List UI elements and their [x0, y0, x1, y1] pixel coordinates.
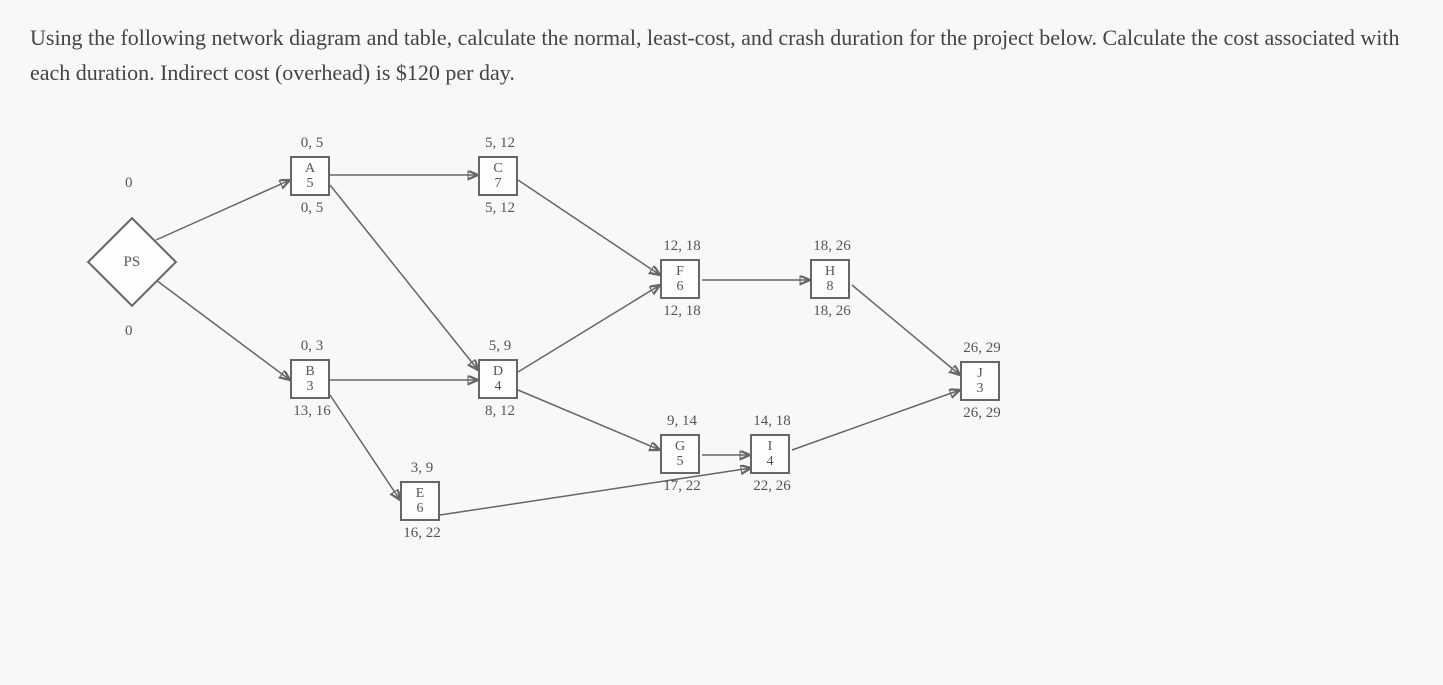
node-B-esef: 0, 3 — [290, 338, 334, 355]
node-D: 5, 9 D 4 8, 12 — [478, 338, 522, 420]
node-I-dur: 4 — [752, 454, 788, 469]
node-C-esef: 5, 12 — [478, 135, 522, 152]
start-label: PS — [124, 254, 141, 271]
node-J-dur: 3 — [962, 381, 998, 396]
node-F-lslf: 12, 18 — [660, 303, 704, 320]
node-A-label: A — [292, 161, 328, 176]
node-B: 0, 3 B 3 13, 16 — [290, 338, 334, 420]
node-B-dur: 3 — [292, 379, 328, 394]
node-G-dur: 5 — [662, 454, 698, 469]
network-diagram: 0 PS 0 0, 5 A 5 0, 5 5, 12 C 7 5, 12 0, … — [90, 120, 1090, 600]
node-D-dur: 4 — [480, 379, 516, 394]
node-A-lslf: 0, 5 — [290, 200, 334, 217]
node-F-label: F — [662, 264, 698, 279]
node-E-dur: 6 — [402, 501, 438, 516]
start-node: PS — [87, 217, 178, 308]
node-J-label: J — [962, 366, 998, 381]
node-C-dur: 7 — [480, 176, 516, 191]
node-F-dur: 6 — [662, 279, 698, 294]
node-E-label: E — [402, 486, 438, 501]
node-C: 5, 12 C 7 5, 12 — [478, 135, 522, 217]
node-E: 3, 9 E 6 16, 22 — [400, 460, 444, 542]
node-A-esef: 0, 5 — [290, 135, 334, 152]
node-I-esef: 14, 18 — [750, 413, 794, 430]
node-C-label: C — [480, 161, 516, 176]
node-D-lslf: 8, 12 — [478, 403, 522, 420]
node-A: 0, 5 A 5 0, 5 — [290, 135, 334, 217]
node-G-lslf: 17, 22 — [660, 478, 704, 495]
node-I-lslf: 22, 26 — [750, 478, 794, 495]
node-D-esef: 5, 9 — [478, 338, 522, 355]
node-E-lslf: 16, 22 — [400, 525, 444, 542]
node-H-dur: 8 — [812, 279, 848, 294]
node-A-dur: 5 — [292, 176, 328, 191]
node-D-label: D — [480, 364, 516, 379]
node-C-lslf: 5, 12 — [478, 200, 522, 217]
ps-bot-value: 0 — [125, 323, 133, 340]
node-H: 18, 26 H 8 18, 26 — [810, 238, 854, 320]
node-G-esef: 9, 14 — [660, 413, 704, 430]
node-G-label: G — [662, 439, 698, 454]
node-F-esef: 12, 18 — [660, 238, 704, 255]
node-H-label: H — [812, 264, 848, 279]
node-B-label: B — [292, 364, 328, 379]
node-J-esef: 26, 29 — [960, 340, 1004, 357]
node-I: 14, 18 I 4 22, 26 — [750, 413, 794, 495]
node-J: 26, 29 J 3 26, 29 — [960, 340, 1004, 422]
node-J-lslf: 26, 29 — [960, 405, 1004, 422]
node-E-esef: 3, 9 — [400, 460, 444, 477]
node-F: 12, 18 F 6 12, 18 — [660, 238, 704, 320]
ps-top-value: 0 — [125, 175, 133, 192]
node-G: 9, 14 G 5 17, 22 — [660, 413, 704, 495]
node-B-lslf: 13, 16 — [290, 403, 334, 420]
node-H-lslf: 18, 26 — [810, 303, 854, 320]
node-H-esef: 18, 26 — [810, 238, 854, 255]
diagram-edges — [90, 120, 1090, 600]
question-text: Using the following network diagram and … — [30, 20, 1410, 90]
node-I-label: I — [752, 439, 788, 454]
